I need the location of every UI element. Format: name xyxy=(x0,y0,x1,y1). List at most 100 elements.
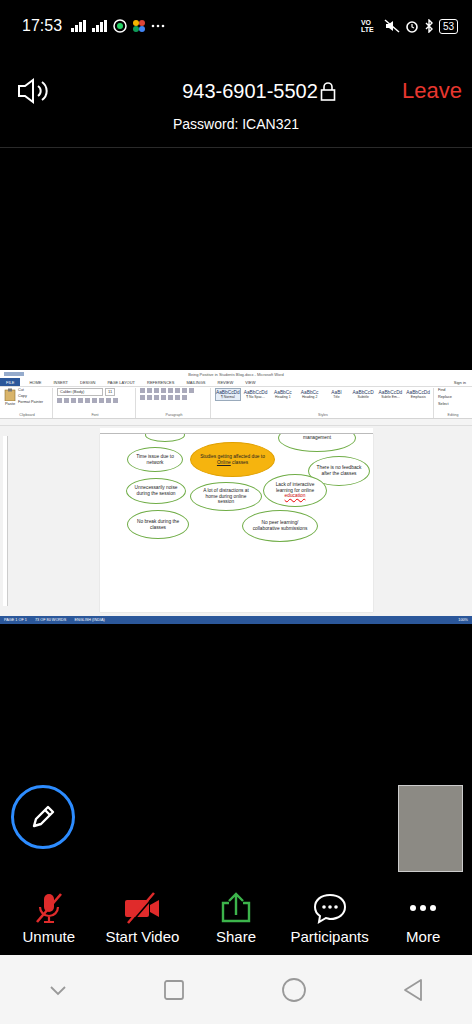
format-button[interactable] xyxy=(57,398,62,403)
recents-square-icon[interactable] xyxy=(163,979,185,1001)
phone-status-bar: 17:53 VO LTE 53 xyxy=(0,0,472,52)
mind-map-node[interactable]: Lack of interactive learning for online … xyxy=(263,474,327,507)
ribbon-tab[interactable]: PAGE LAYOUT xyxy=(104,378,138,386)
font-name-field[interactable]: Calibri (Body) xyxy=(57,388,103,396)
meeting-id: 943-6901-5502 xyxy=(76,80,402,103)
self-video-thumbnail[interactable] xyxy=(398,785,463,872)
paragraph-button[interactable] xyxy=(147,388,152,393)
clipboard-item[interactable]: Format Painter xyxy=(18,400,43,405)
format-button[interactable] xyxy=(85,398,90,403)
paragraph-button[interactable] xyxy=(147,395,152,400)
toolbar-button[interactable]: More xyxy=(376,891,470,945)
format-button[interactable] xyxy=(78,398,83,403)
paragraph-button[interactable] xyxy=(175,388,180,393)
paragraph-button[interactable] xyxy=(182,395,187,400)
ribbon-tab[interactable]: VIEW xyxy=(242,378,258,386)
ribbon-tab[interactable]: DESIGN xyxy=(77,378,98,386)
editing-item[interactable]: Replace xyxy=(438,395,452,400)
mind-map-node[interactable]: management xyxy=(278,434,356,452)
format-button[interactable] xyxy=(99,398,104,403)
mind-map-node[interactable]: A lot of distractions at home during onl… xyxy=(190,482,262,511)
style-item[interactable]: AaBbCc Heading 2 xyxy=(297,388,322,401)
format-button[interactable] xyxy=(113,398,118,403)
word-status-bar: PAGE 1 OF 173 OF 80 WORDSENGLISH (INDIA)… xyxy=(0,616,472,624)
format-button[interactable] xyxy=(92,398,97,403)
format-button[interactable] xyxy=(71,398,76,403)
style-item[interactable]: AaBbCcDd Emphasis xyxy=(405,388,431,401)
editing-item[interactable]: Find xyxy=(438,388,445,393)
toolbar-button[interactable]: Unmute xyxy=(2,891,96,945)
style-item[interactable]: AaBl Title xyxy=(324,388,349,401)
annotate-button[interactable] xyxy=(11,785,75,849)
mic-icon xyxy=(32,891,66,925)
document-page: managementStudies getting affected due t… xyxy=(100,434,373,612)
mind-map-node[interactable]: Time issue due to network xyxy=(127,447,183,472)
meeting-password: Password: ICAN321 xyxy=(0,116,472,132)
paragraph-button[interactable] xyxy=(154,388,159,393)
paragraph-button[interactable] xyxy=(154,395,159,400)
toolbar-button[interactable]: Share xyxy=(189,891,283,945)
whatsapp-icon xyxy=(113,19,127,33)
share-icon xyxy=(218,891,254,925)
ribbon-tab[interactable]: MAILINGS xyxy=(183,378,208,386)
chat-bubble-icon xyxy=(312,891,348,925)
more-dots-icon xyxy=(405,891,441,925)
ribbon-tab[interactable]: REVIEW xyxy=(215,378,237,386)
leave-button[interactable]: Leave xyxy=(402,78,462,104)
more-notifications-icon xyxy=(151,23,165,29)
editing-item[interactable]: Select xyxy=(438,402,449,407)
ribbon-tabs: FILE HOME INSERT DESIGN PAGE LAYOUT REFERENCE… xyxy=(0,378,472,387)
paragraph-button[interactable] xyxy=(161,395,166,400)
sign-in-link[interactable]: Sign in xyxy=(454,378,472,386)
paragraph-button[interactable] xyxy=(175,395,180,400)
style-item[interactable]: AaBbCc Heading 1 xyxy=(270,388,295,401)
paragraph-button[interactable] xyxy=(168,395,173,400)
clipboard-item[interactable]: Cut xyxy=(18,388,43,393)
paragraph-button[interactable] xyxy=(168,388,173,393)
mind-map-node[interactable]: No break during the classes xyxy=(127,510,189,539)
mind-map-node[interactable]: Unnecessarily noise during the session xyxy=(126,478,186,504)
speaker-icon[interactable] xyxy=(16,77,50,105)
format-button[interactable] xyxy=(64,398,69,403)
ribbon-tab[interactable]: HOME xyxy=(26,378,44,386)
quick-access-toolbar xyxy=(4,372,24,376)
toolbar-button[interactable]: Participants xyxy=(283,891,377,945)
back-triangle-icon[interactable] xyxy=(402,978,424,1002)
style-item[interactable]: AaBbCcD Subtitle xyxy=(351,388,376,401)
battery-indicator: 53 xyxy=(439,19,458,34)
signal-icon xyxy=(71,20,87,32)
mind-map-node[interactable]: Studies getting affected due to Online c… xyxy=(190,442,275,477)
ribbon-tab[interactable]: INSERT xyxy=(50,378,71,386)
signal-icon xyxy=(92,20,108,32)
paragraph-button[interactable] xyxy=(161,388,166,393)
toolbar-button[interactable]: Start Video xyxy=(96,891,190,945)
paragraph-button[interactable] xyxy=(189,388,194,393)
clipboard-item[interactable]: Copy xyxy=(18,394,43,399)
ribbon-tab[interactable]: FILE xyxy=(0,378,20,386)
mind-map-node[interactable] xyxy=(145,434,185,442)
style-item[interactable]: AaBbCcDd ¶ Normal xyxy=(215,388,241,401)
paragraph-button[interactable] xyxy=(140,388,145,393)
style-item[interactable]: AaBbCcDd ¶ No Spac... xyxy=(243,388,269,401)
clipboard-icon xyxy=(4,388,16,401)
zoom-level[interactable]: 100% xyxy=(458,618,468,622)
alarm-icon xyxy=(405,19,419,33)
paragraph-button[interactable] xyxy=(140,395,145,400)
font-group: Calibri (Body) 11 Font xyxy=(55,388,136,418)
font-size-field[interactable]: 11 xyxy=(105,388,115,396)
paste-button[interactable]: Paste xyxy=(4,388,16,406)
home-circle-icon[interactable] xyxy=(281,977,307,1003)
paragraph-button[interactable] xyxy=(182,388,187,393)
zoom-meeting-screen: 17:53 VO LTE 53 943-6901-5502 Leave Pass… xyxy=(0,0,472,1024)
clipboard-group: Paste CutCopyFormat Painter Clipboard xyxy=(2,388,53,418)
clock: 17:53 xyxy=(22,17,62,35)
chevron-down-icon[interactable] xyxy=(48,983,68,997)
format-button[interactable] xyxy=(106,398,111,403)
ribbon-tab[interactable]: REFERENCES xyxy=(144,378,177,386)
status-item: ENGLISH (INDIA) xyxy=(74,618,104,622)
volte-indicator: VO LTE xyxy=(361,19,379,34)
word-title-bar: Being Positive in Students Blog.docx - M… xyxy=(0,370,472,378)
status-item: PAGE 1 OF 1 xyxy=(4,618,27,622)
style-item[interactable]: AaBbCcDd Subtle Em... xyxy=(378,388,404,401)
mind-map-node[interactable]: No peer learning/ collaborative submissi… xyxy=(242,510,318,542)
